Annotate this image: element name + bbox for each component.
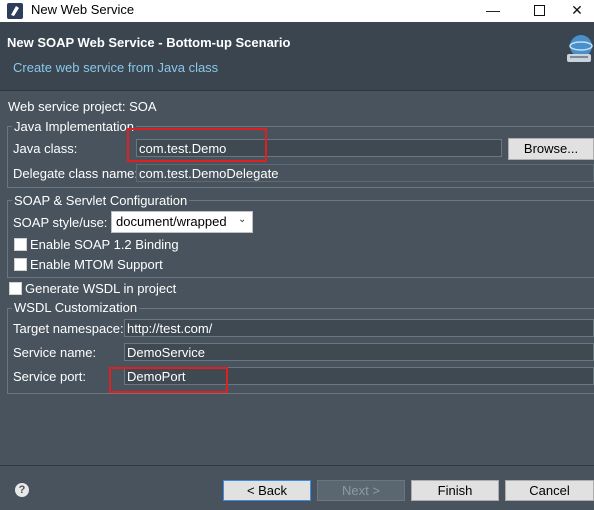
soap12-checkbox[interactable] — [14, 238, 27, 251]
back-button[interactable]: < Back — [223, 480, 311, 501]
finish-button-label: Finish — [437, 483, 473, 498]
target-namespace-label: Target namespace: — [13, 321, 124, 336]
mtom-label: Enable MTOM Support — [30, 257, 163, 272]
service-port-label: Service port: — [13, 369, 86, 384]
wizard-header — [0, 22, 594, 91]
delegate-class-field[interactable]: com.test.DemoDelegate — [136, 164, 594, 182]
wsdl-customization-title: WSDL Customization — [12, 300, 140, 315]
java-class-label: Java class: — [13, 141, 78, 156]
project-label: Web service project: SOA — [8, 99, 157, 114]
java-class-highlight — [127, 128, 267, 162]
service-name-label: Service name: — [13, 345, 97, 360]
wizard-subtitle: Create web service from Java class — [13, 60, 219, 75]
close-button[interactable]: ✕ — [560, 0, 594, 22]
target-namespace-field[interactable]: http://test.com/ — [124, 319, 594, 337]
java-implementation-title: Java Implementation — [12, 119, 136, 134]
service-name-field[interactable]: DemoService — [124, 343, 594, 361]
title-bar[interactable]: New Web Service — ✕ — [0, 0, 594, 22]
help-icon[interactable]: ? — [15, 483, 29, 497]
cancel-button[interactable]: Cancel — [505, 480, 594, 501]
generate-wsdl-checkbox[interactable] — [9, 282, 22, 295]
service-port-highlight — [109, 367, 228, 393]
footer-separator — [0, 465, 594, 466]
maximize-button[interactable] — [516, 0, 562, 22]
soap-config-title: SOAP & Servlet Configuration — [12, 193, 190, 208]
back-button-label: < Back — [246, 483, 288, 498]
window-title: New Web Service — [31, 2, 135, 17]
generate-wsdl-label: Generate WSDL in project — [25, 281, 177, 296]
wizard-banner-icon — [567, 35, 593, 62]
browse-button[interactable]: Browse... — [508, 138, 594, 160]
soap-style-label: SOAP style/use: — [13, 215, 108, 230]
delegate-class-label: Delegate class name: — [13, 166, 139, 181]
soap12-label: Enable SOAP 1.2 Binding — [30, 237, 179, 252]
finish-button[interactable]: Finish — [411, 480, 499, 501]
minimize-icon: — — [486, 2, 500, 18]
eclipse-icon — [7, 3, 23, 19]
mtom-checkbox[interactable] — [14, 258, 27, 271]
chevron-down-icon: ⌄ — [238, 214, 247, 225]
maximize-icon — [533, 5, 545, 16]
soap-style-value: document/wrapped — [116, 214, 227, 229]
soap-style-select[interactable]: document/wrapped ⌄ — [111, 211, 253, 233]
next-button[interactable]: Next > — [317, 480, 405, 501]
close-icon: ✕ — [571, 2, 583, 18]
minimize-button[interactable]: — — [470, 0, 516, 22]
next-button-label: Next > — [342, 483, 380, 498]
cancel-button-label: Cancel — [529, 483, 570, 498]
wizard-title: New SOAP Web Service - Bottom-up Scenari… — [7, 35, 291, 50]
